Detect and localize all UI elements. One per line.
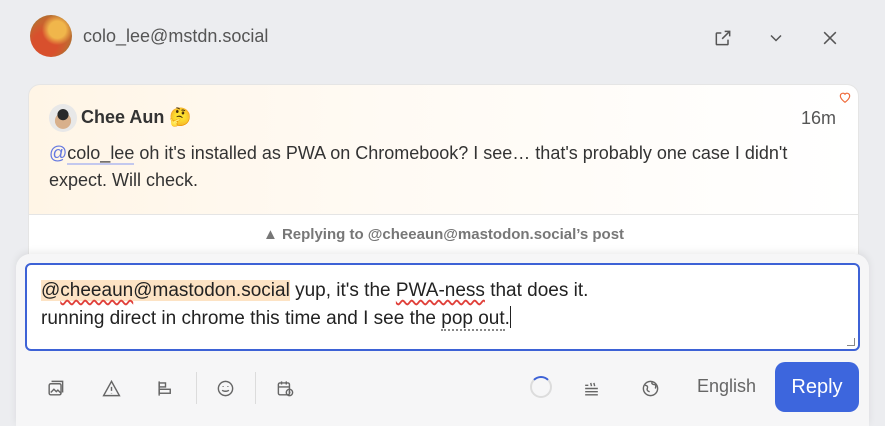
- grammar-suggestion: pop out: [441, 308, 505, 331]
- compose-mention: @cheeaun@mastodon.social: [41, 280, 290, 301]
- compose-toolbar: English Reply: [16, 362, 869, 414]
- account-handle: colo_lee@mstdn.social: [83, 26, 269, 46]
- mention-link[interactable]: @colo_lee: [49, 143, 135, 165]
- close-icon[interactable]: [818, 26, 842, 50]
- mention-at: @: [49, 143, 68, 163]
- status-text: oh it's installed as PWA on Chromebook? …: [49, 143, 788, 190]
- language-selector[interactable]: English: [697, 376, 756, 397]
- status-timestamp[interactable]: 16m: [801, 108, 836, 129]
- compose-mention-handle: cheeaun: [60, 280, 134, 301]
- media-icon[interactable]: [43, 376, 67, 400]
- mention-handle: colo_lee: [67, 143, 135, 165]
- toolbar-divider: [255, 372, 256, 404]
- popout-icon[interactable]: [711, 26, 735, 50]
- compose-textarea[interactable]: @cheeaun@mastodon.social yup, it's the P…: [25, 263, 860, 351]
- reply-button[interactable]: Reply: [775, 362, 859, 412]
- compose-text: running direct in chrome this time and I…: [41, 308, 442, 329]
- author-emoji: 🤔: [169, 107, 192, 127]
- globe-icon[interactable]: [638, 376, 662, 400]
- text-format-icon[interactable]: [579, 376, 603, 400]
- schedule-icon[interactable]: [273, 376, 297, 400]
- warning-icon[interactable]: [99, 376, 123, 400]
- compose-mention-at: @: [41, 280, 61, 301]
- text-caret: [509, 306, 511, 328]
- author-display-name: Chee Aun: [81, 107, 165, 127]
- compose-text: that does it.: [484, 280, 589, 301]
- chevron-down-icon[interactable]: [764, 26, 788, 50]
- emoji-icon[interactable]: [213, 376, 237, 400]
- compose-mention-domain: @mastodon.social: [133, 280, 290, 301]
- author-avatar[interactable]: [49, 104, 77, 132]
- status-content: @colo_lee oh it's installed as PWA on Ch…: [49, 140, 839, 194]
- spellcheck-word: PWA-ness: [395, 280, 485, 301]
- avatar: [30, 15, 72, 57]
- compose-panel: @cheeaun@mastodon.social yup, it's the P…: [16, 254, 869, 426]
- composer-header: colo_lee@mstdn.social: [0, 0, 885, 76]
- poll-icon[interactable]: [153, 376, 177, 400]
- resize-handle[interactable]: [847, 338, 855, 346]
- compose-text: yup, it's the: [289, 280, 396, 301]
- toolbar-divider: [196, 372, 197, 404]
- replying-to-label[interactable]: ▲ Replying to @cheeaun@mastodon.social’s…: [28, 214, 859, 254]
- loading-spinner: [530, 376, 552, 398]
- author-name[interactable]: Chee Aun 🤔: [81, 107, 192, 128]
- heart-icon: [838, 90, 852, 104]
- replied-status-card[interactable]: Chee Aun 🤔 16m @colo_lee oh it's install…: [28, 84, 859, 214]
